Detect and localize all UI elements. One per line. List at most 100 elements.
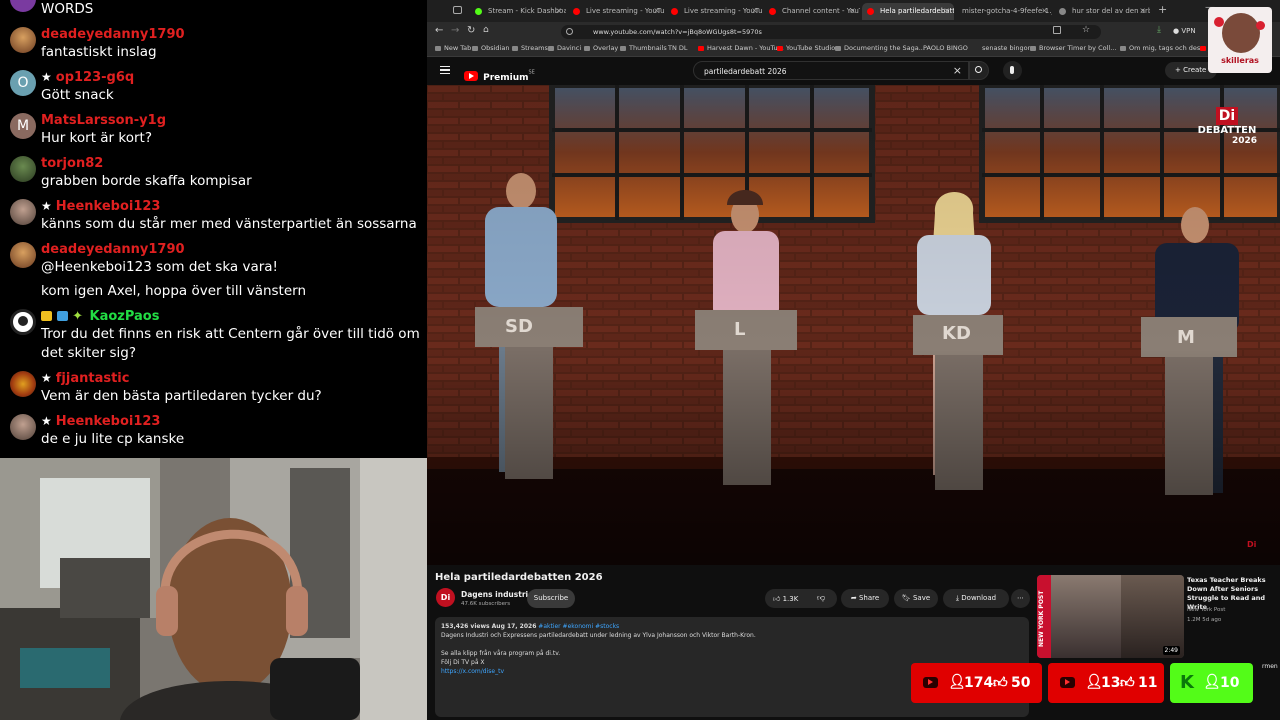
channel-name[interactable]: Dagens industri — [461, 590, 528, 599]
browser-tab[interactable]: Live streaming - YouTube× — [666, 3, 762, 20]
close-icon[interactable]: × — [943, 6, 950, 15]
youtube-stats-widget: 👤︎ 13 👍︎ 11 — [1048, 663, 1164, 703]
share-button[interactable]: ➦ Share — [841, 589, 889, 608]
browser-tab[interactable]: mister-gotcha-4-9feefe-1.jpg× — [956, 3, 1052, 20]
youtube-icon — [698, 46, 704, 51]
browser-window: Stream - Kick Dashboard× Live streaming … — [427, 0, 1280, 720]
bookmark-item[interactable]: Davinci — [548, 44, 581, 52]
sticker-logo: skilleras — [1208, 7, 1272, 73]
bookmark-item[interactable]: New Tab — [435, 44, 471, 52]
page-icon — [1030, 46, 1036, 51]
hashtags[interactable]: #aktier #ekonomi #stocks — [538, 623, 619, 630]
chat-username[interactable]: ★ op123-g6q — [41, 70, 134, 85]
youtube-play-icon — [464, 71, 478, 81]
menu-icon[interactable] — [440, 66, 450, 74]
youtube-icon — [867, 8, 874, 15]
close-icon[interactable]: × — [751, 6, 758, 15]
bookmark-item[interactable]: Streams — [512, 44, 548, 52]
voice-search-button[interactable] — [1003, 61, 1022, 80]
viewers-icon: 👤︎ — [1203, 674, 1221, 690]
bookmark-item[interactable]: Om mig, tags och des... — [1120, 44, 1206, 52]
bookmark-item[interactable]: Overlay — [584, 44, 618, 52]
subscribe-button[interactable]: Subscribe — [527, 589, 575, 608]
bookmark-item[interactable]: senaste bingon — [982, 44, 1032, 52]
bookmark-item[interactable]: Harvest Dawn - YouTu... — [698, 44, 784, 52]
bookmark-item[interactable]: Obsidian — [472, 44, 509, 52]
avatar — [10, 242, 36, 268]
more-actions-button[interactable]: ⋯ — [1011, 589, 1030, 608]
video-title: Hela partiledardebatten 2026 — [435, 572, 603, 583]
chat-username[interactable]: ★ fjjantastic — [41, 371, 129, 386]
badge-icon — [56, 311, 68, 321]
microphone-icon — [1010, 66, 1014, 74]
url-text: www.youtube.com/watch?v=jBq8oWGUgs8t=597… — [593, 28, 762, 36]
youtube-icon — [769, 8, 776, 15]
folder-icon — [584, 46, 590, 51]
chat-username[interactable]: torjon82 — [41, 156, 103, 171]
like-button[interactable]: 👍︎ 1.3K — [765, 589, 837, 608]
search-button[interactable] — [969, 61, 989, 80]
bookmark-item[interactable]: PAOLO BINGO — [923, 44, 968, 52]
bookmark-item[interactable]: Documenting the Saga... — [835, 44, 925, 52]
close-icon[interactable]: × — [1139, 6, 1146, 15]
forward-icon[interactable]: → — [451, 25, 459, 36]
chat-message-text: känns som du står mer med vänsterpartiet… — [41, 216, 417, 232]
recommended-video[interactable]: NEW YORK POST 2:49 Texas Teacher Breaks … — [1037, 575, 1277, 660]
chat-message-text: Tror du det finns en risk att Centern gå… — [41, 326, 420, 361]
browser-tab[interactable]: hur stor del av den arbetande× — [1054, 3, 1150, 20]
thumbnail-side-text: NEW YORK POST — [1038, 590, 1045, 647]
chat-username[interactable]: ✦ KaozPaos — [41, 309, 159, 324]
browser-tab[interactable]: Live streaming - YouTube× — [568, 3, 664, 20]
download-icon[interactable]: ⤓ — [1157, 25, 1161, 35]
chat-message-text: @Heenkeboi123 som det ska vara! — [41, 259, 278, 275]
folder-icon — [548, 46, 554, 51]
recommended-channel[interactable]: New York Post — [1187, 607, 1225, 613]
avatar — [10, 156, 36, 182]
clear-search-icon[interactable]: × — [953, 64, 962, 77]
page-icon — [835, 46, 841, 51]
close-icon[interactable]: × — [653, 6, 660, 15]
chat-username[interactable]: MatsLarsson-y1g — [41, 113, 166, 128]
search-query: partiledardebatt 2026 — [704, 67, 787, 76]
close-icon[interactable]: × — [849, 6, 856, 15]
bookmark-item[interactable]: Browser Timer by Coll... — [1030, 44, 1116, 52]
browser-tab[interactable]: Stream - Kick Dashboard× — [470, 3, 566, 20]
video-player[interactable]: SD L KD M Di DEBATTEN 2026 Di — [427, 85, 1280, 565]
browser-tab[interactable]: Channel content - YouTube× — [764, 3, 860, 20]
browser-tab-active[interactable]: Hela partiledardebatt × — [862, 3, 954, 20]
save-button[interactable]: 🔖︎ Save — [894, 589, 938, 608]
video-thumbnail[interactable]: NEW YORK POST 2:49 — [1037, 575, 1184, 658]
chat-message-text: grabben borde skaffa kompisar — [41, 173, 252, 189]
home-icon[interactable]: ⌂ — [483, 25, 489, 35]
youtube-logo[interactable]: PremiumSE — [464, 65, 535, 83]
close-icon[interactable]: × — [1041, 6, 1048, 15]
address-bar-row: ← → ↻ ⌂ www.youtube.com/watch?v=jBq8oWGU… — [427, 22, 1280, 42]
back-icon[interactable]: ← — [435, 25, 443, 36]
chat-username[interactable]: ★ Heenkeboi123 — [41, 414, 160, 429]
di-logo: Di — [1215, 107, 1239, 125]
thumbs-up-icon: 👍︎ — [993, 675, 1008, 691]
search-input[interactable]: partiledardebatt 2026 × — [693, 61, 969, 80]
bookmark-item[interactable]: TN DL — [668, 44, 688, 52]
channel-avatar[interactable]: Di — [436, 588, 455, 607]
tab-list-icon[interactable] — [453, 6, 462, 14]
close-icon[interactable]: × — [555, 6, 562, 15]
chat-username[interactable]: deadeyedanny1790 — [41, 242, 185, 257]
url-field[interactable]: www.youtube.com/watch?v=jBq8oWGUgs8t=597… — [561, 25, 1101, 39]
chat-username[interactable]: deadeyedanny1790 — [41, 27, 185, 42]
bookmark-star-icon[interactable]: ☆ — [1082, 25, 1090, 35]
dislike-icon[interactable]: 👎︎ — [817, 593, 825, 603]
bookmarks-bar: New Tab Obsidian Streams Davinci Overlay… — [427, 42, 1280, 57]
download-button[interactable]: ⤓ Download — [943, 589, 1009, 608]
chat-username[interactable]: ★ Heenkeboi123 — [41, 199, 160, 214]
kick-stats-widget: K 👤︎ 10 — [1170, 663, 1253, 703]
bookmark-item[interactable]: YouTube Studio — [777, 44, 835, 52]
folder-icon — [620, 46, 626, 51]
screenshot-icon[interactable] — [1053, 26, 1061, 34]
new-tab-button[interactable]: + — [1158, 3, 1167, 16]
youtube-header: PremiumSE partiledardebatt 2026 × + Crea… — [427, 57, 1280, 85]
reload-icon[interactable]: ↻ — [467, 25, 475, 36]
vpn-badge[interactable]: ● VPN — [1173, 27, 1196, 35]
site-info-icon[interactable] — [566, 28, 573, 35]
bookmark-item[interactable]: Thumbnails — [620, 44, 667, 52]
